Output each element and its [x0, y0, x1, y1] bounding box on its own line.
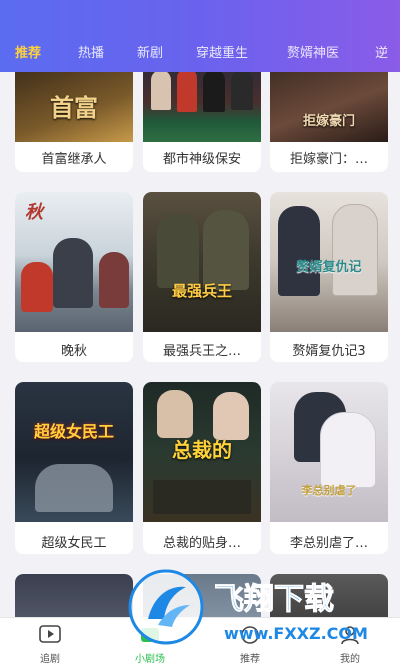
poster-image: 李总别虐了 — [270, 382, 388, 522]
poster-title: 最强兵王 — [171, 282, 232, 300]
category-tabs: 推荐 热播 新剧 穿越重生 赘婿神医 逆 — [0, 38, 400, 64]
poster-image: 秋 — [15, 192, 133, 332]
poster-title: 赘婿复仇记 — [296, 260, 362, 275]
drama-card[interactable]: 最强兵王 最强兵王之… — [143, 192, 261, 362]
nav-label: 我的 — [340, 654, 360, 665]
nav-label: 追剧 — [40, 654, 60, 665]
nav-label: 推荐 — [240, 654, 260, 665]
poster-image — [15, 574, 133, 617]
poster-image — [143, 72, 261, 142]
nav-following[interactable]: 追剧 — [0, 618, 100, 667]
drama-card[interactable]: 总裁的 总裁的贴身… — [143, 382, 261, 554]
poster-title: 李总别虐了 — [301, 484, 357, 497]
drama-card[interactable] — [15, 574, 133, 617]
poster-image: 首富 — [15, 72, 133, 142]
poster-title: 总裁的 — [172, 438, 232, 462]
tab-more[interactable]: 逆 — [375, 42, 388, 61]
drama-title: 最强兵王之… — [162, 344, 241, 359]
drama-card[interactable]: 秋 晚秋 — [15, 192, 133, 362]
drama-title: 都市神级保安 — [162, 152, 241, 167]
drama-title: 晚秋 — [60, 344, 87, 359]
poster-title: 首富 — [50, 93, 98, 122]
drama-card[interactable]: 超级女民工 超级女民工 — [15, 382, 133, 554]
poster-image: 拒嫁豪门 — [270, 72, 388, 142]
poster-image: 总裁的 — [143, 382, 261, 522]
drama-title: 赘婿复仇记3 — [292, 344, 366, 359]
drama-title: 首富继承人 — [41, 152, 107, 167]
tab-recommend[interactable]: 推荐 — [15, 42, 41, 61]
drama-title: 总裁的贴身… — [162, 536, 241, 551]
drama-grid: 首富 首富继承人 都市神级保安 拒嫁豪门 拒嫁豪门：… 秋 晚秋 最强兵王 最强… — [0, 72, 400, 617]
poster-title: 超级女民工 — [33, 422, 114, 441]
drama-title: 李总别虐了… — [289, 536, 368, 551]
tab-time-travel[interactable]: 穿越重生 — [196, 42, 248, 61]
drama-card[interactable]: 拒嫁豪门 拒嫁豪门：… — [270, 72, 388, 172]
tab-new[interactable]: 新剧 — [137, 42, 163, 61]
tab-son-in-law[interactable]: 赘婿神医 — [287, 42, 339, 61]
poster-image: 最强兵王 — [143, 192, 261, 332]
poster-title: 拒嫁豪门 — [302, 114, 355, 129]
header-bar: 推荐 热播 新剧 穿越重生 赘婿神医 逆 — [0, 0, 400, 72]
drama-card[interactable]: 首富 首富继承人 — [15, 72, 133, 172]
drama-card[interactable]: 都市神级保安 — [143, 72, 261, 172]
watermark-url: www.FXXZ.COM — [224, 624, 368, 643]
nav-label: 小剧场 — [135, 654, 165, 665]
drama-card[interactable]: 李总别虐了 李总别虐了… — [270, 382, 388, 554]
watermark-logo: 飞翔下载 www.FXXZ.COM — [128, 567, 390, 649]
drama-card[interactable]: 赘婿复仇记 赘婿复仇记3 — [270, 192, 388, 362]
tab-hot[interactable]: 热播 — [78, 42, 104, 61]
poster-title: 秋 — [25, 202, 43, 223]
watermark-brand: 飞翔下载 — [214, 582, 334, 617]
drama-title: 拒嫁豪门：… — [289, 152, 368, 167]
play-box-icon — [39, 625, 61, 643]
drama-title: 超级女民工 — [41, 536, 107, 551]
poster-image: 赘婿复仇记 — [270, 192, 388, 332]
poster-image: 超级女民工 — [15, 382, 133, 522]
